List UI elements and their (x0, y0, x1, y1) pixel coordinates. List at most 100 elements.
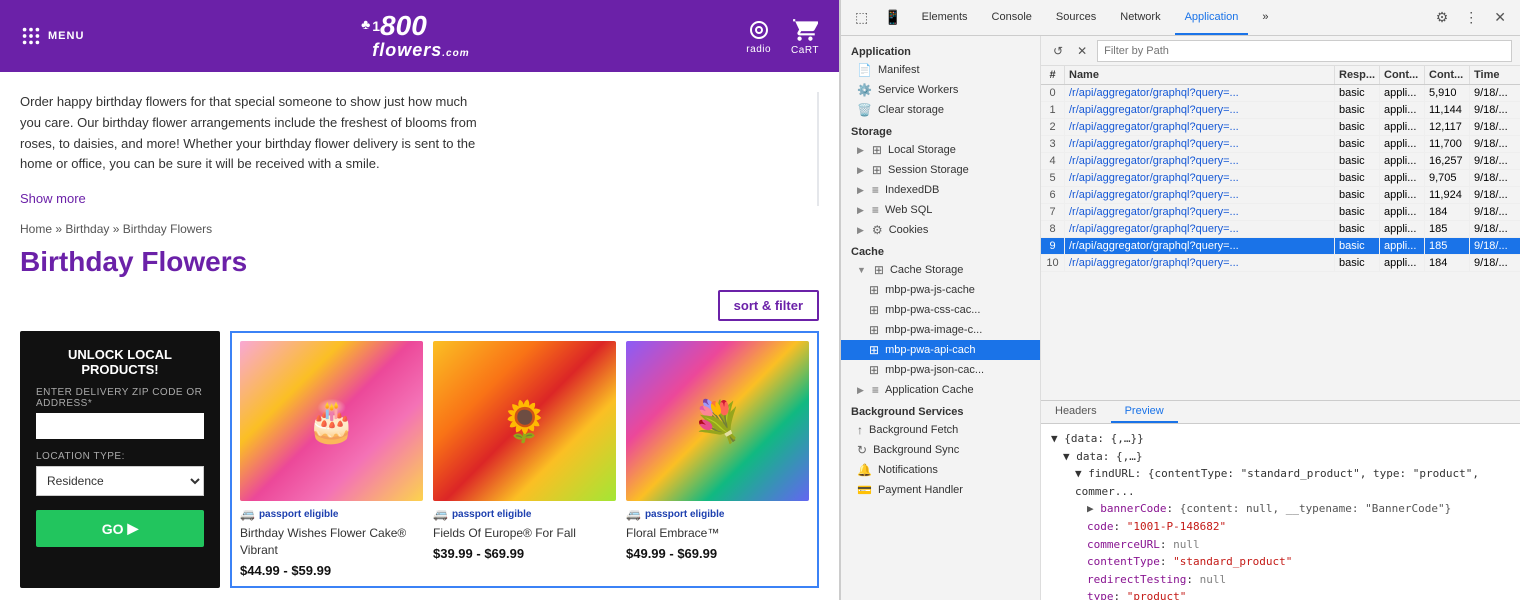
sidebar-clear-storage[interactable]: 🗑️ Clear storage (841, 100, 1040, 120)
devtools-panel: ⬚ 📱 Elements Console Sources Network App… (840, 0, 1520, 600)
website-panel: MENU ♣ 1 8 00 flowers.com (0, 0, 840, 600)
breadcrumb-home[interactable]: Home (20, 222, 52, 236)
sidebar-api-cache[interactable]: ⊞ mbp-pwa-api-cach (841, 340, 1040, 360)
zip-label: ENTER DELIVERY ZIP CODE OR ADDRESS* (36, 387, 204, 409)
network-row-0[interactable]: 0 /r/api/aggregator/graphql?query=... ba… (1041, 85, 1520, 102)
product-name-3: Floral Embrace™ (626, 525, 809, 542)
filter-path-input[interactable] (1097, 40, 1512, 62)
go-button[interactable]: GO ▶ (36, 510, 204, 547)
tab-sources[interactable]: Sources (1046, 1, 1106, 35)
sidebar-manifest[interactable]: 📄 Manifest (841, 60, 1040, 80)
cache-storage-icon: ⊞ (874, 263, 884, 277)
tab-network[interactable]: Network (1110, 1, 1170, 35)
sidebar-json-cache[interactable]: ⊞ mbp-pwa-json-cac... (841, 360, 1040, 380)
network-row-10[interactable]: 10 /r/api/aggregator/graphql?query=... b… (1041, 255, 1520, 272)
settings-button[interactable]: ⚙ (1430, 7, 1455, 28)
devtools-body: Application 📄 Manifest ⚙️ Service Worker… (841, 36, 1520, 600)
sidebar-session-storage[interactable]: ▶ ⊞ Session Storage (841, 160, 1040, 180)
sidebar-cookies[interactable]: ▶ ⚙ Cookies (841, 220, 1040, 240)
passport-icon-2: 🚐 (433, 507, 448, 521)
app-sidebar: Application 📄 Manifest ⚙️ Service Worker… (841, 36, 1041, 600)
sidebar-image-cache[interactable]: ⊞ mbp-pwa-image-c... (841, 320, 1040, 340)
network-table-body: 0 /r/api/aggregator/graphql?query=... ba… (1041, 85, 1520, 400)
network-row-3[interactable]: 3 /r/api/aggregator/graphql?query=... ba… (1041, 136, 1520, 153)
tab-console[interactable]: Console (982, 1, 1042, 35)
menu-button[interactable]: MENU (20, 25, 84, 47)
zip-input[interactable] (36, 413, 204, 439)
more-button[interactable]: ⋮ (1458, 7, 1484, 28)
session-storage-icon: ⊞ (872, 163, 882, 177)
sidebar-js-cache[interactable]: ⊞ mbp-pwa-js-cache (841, 280, 1040, 300)
site-header: MENU ♣ 1 8 00 flowers.com (0, 0, 839, 72)
product-card-2[interactable]: 🌻 🚐 passport eligible Fields Of Europe® … (429, 337, 620, 582)
headers-tab[interactable]: Headers (1041, 401, 1111, 423)
refresh-button[interactable]: ↺ (1049, 42, 1067, 60)
product-grid: 🎂 🚐 passport eligible Birthday Wishes Fl… (230, 331, 819, 588)
sidebar-web-sql[interactable]: ▶ ≡ Web SQL (841, 200, 1040, 220)
passport-badge-3: 🚐 passport eligible (626, 507, 809, 521)
delete-button[interactable]: ✕ (1073, 42, 1091, 60)
clear-storage-icon: 🗑️ (857, 103, 872, 117)
json-line-4: code: "1001-P-148682" (1051, 518, 1510, 536)
tab-elements[interactable]: Elements (912, 1, 978, 35)
network-row-2[interactable]: 2 /r/api/aggregator/graphql?query=... ba… (1041, 119, 1520, 136)
tab-application[interactable]: Application (1175, 1, 1249, 35)
product-price-1: $44.99 - $59.99 (240, 563, 423, 578)
sort-filter-button[interactable]: sort & filter (718, 290, 819, 321)
preview-tab[interactable]: Preview (1111, 401, 1178, 423)
tab-more[interactable]: » (1252, 1, 1278, 35)
network-row-5[interactable]: 5 /r/api/aggregator/graphql?query=... ba… (1041, 170, 1520, 187)
site-logo[interactable]: ♣ 1 8 00 flowers.com (361, 12, 470, 61)
radio-button[interactable]: radio (746, 18, 771, 55)
products-area: UNLOCK LOCAL PRODUCTS! ENTER DELIVERY ZI… (20, 331, 819, 588)
cart-label: CaRT (791, 45, 819, 56)
menu-icon (20, 25, 42, 47)
bg-services-section-title: Background Services (841, 400, 1040, 420)
sidebar-local-storage[interactable]: ▶ ⊞ Local Storage (841, 140, 1040, 160)
breadcrumb: Home » Birthday » Birthday Flowers (20, 222, 819, 236)
network-row-4[interactable]: 4 /r/api/aggregator/graphql?query=... ba… (1041, 153, 1520, 170)
sidebar-app-cache[interactable]: ▶ ≡ Application Cache (841, 380, 1040, 400)
location-label: LOCATION TYPE: (36, 451, 204, 462)
product-card-1[interactable]: 🎂 🚐 passport eligible Birthday Wishes Fl… (236, 337, 427, 582)
network-row-6[interactable]: 6 /r/api/aggregator/graphql?query=... ba… (1041, 187, 1520, 204)
local-products-box: UNLOCK LOCAL PRODUCTS! ENTER DELIVERY ZI… (20, 331, 220, 588)
service-workers-icon: ⚙️ (857, 83, 872, 97)
sidebar-service-workers[interactable]: ⚙️ Service Workers (841, 80, 1040, 100)
sidebar-bg-sync[interactable]: ↻ Background Sync (841, 440, 1040, 460)
payment-handler-icon: 💳 (857, 483, 872, 497)
inspect-button[interactable]: ⬚ (849, 7, 874, 28)
close-button[interactable]: ✕ (1488, 7, 1512, 28)
radio-icon (747, 18, 771, 42)
logo-text: flowers.com (372, 40, 469, 61)
show-more-link[interactable]: Show more (20, 191, 86, 206)
json-line-1: ▼ data: {,…} (1051, 448, 1510, 466)
sidebar-bg-fetch[interactable]: ↑ Background Fetch (841, 420, 1040, 440)
network-row-1[interactable]: 1 /r/api/aggregator/graphql?query=... ba… (1041, 102, 1520, 119)
product-name-2: Fields Of Europe® For Fall (433, 525, 616, 542)
col-header-time: Time (1470, 66, 1520, 84)
bottom-tabs: Headers Preview (1041, 401, 1520, 424)
app-cache-icon: ≡ (872, 383, 879, 397)
location-select[interactable]: Residence Business (36, 466, 204, 496)
network-row-7[interactable]: 7 /r/api/aggregator/graphql?query=... ba… (1041, 204, 1520, 221)
cart-icon (792, 17, 818, 43)
network-row-8[interactable]: 8 /r/api/aggregator/graphql?query=... ba… (1041, 221, 1520, 238)
filter-row: ↺ ✕ (1041, 36, 1520, 66)
sidebar-css-cache[interactable]: ⊞ mbp-pwa-css-cac... (841, 300, 1040, 320)
sidebar-cache-storage[interactable]: ▼ ⊞ Cache Storage (841, 260, 1040, 280)
bottom-content: ▼ {data: {,…}}▼ data: {,…}▼ findURL: {co… (1041, 424, 1520, 600)
app-main: ↺ ✕ # Name Resp... Cont... Cont... Time … (1041, 36, 1520, 600)
network-row-9[interactable]: 9 /r/api/aggregator/graphql?query=... ba… (1041, 238, 1520, 255)
sidebar-notifications[interactable]: 🔔 Notifications (841, 460, 1040, 480)
cache-section-title: Cache (841, 240, 1040, 260)
product-card-3[interactable]: 💐 🚐 passport eligible Floral Embrace™ $4… (622, 337, 813, 582)
sidebar-payment-handler[interactable]: 💳 Payment Handler (841, 480, 1040, 500)
breadcrumb-birthday[interactable]: Birthday (65, 222, 109, 236)
content-main: Order happy birthday flowers for that sp… (0, 72, 839, 600)
passport-badge-1: 🚐 passport eligible (240, 507, 423, 521)
sidebar-indexeddb[interactable]: ▶ ≡ IndexedDB (841, 180, 1040, 200)
device-button[interactable]: 📱 (878, 7, 907, 28)
cart-button[interactable]: CaRT (791, 17, 819, 56)
filter-bar: sort & filter (20, 290, 819, 321)
